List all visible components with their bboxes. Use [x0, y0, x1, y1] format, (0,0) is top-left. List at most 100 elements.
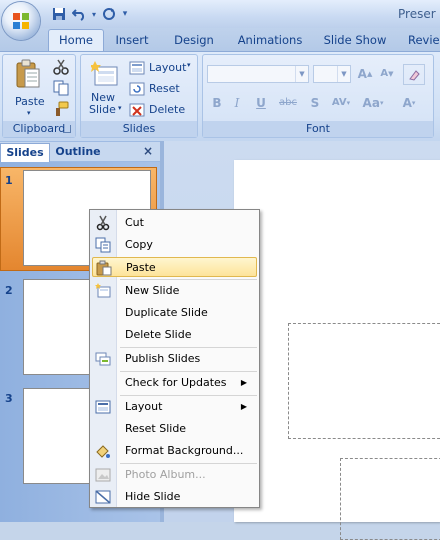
tab-slides[interactable]: Slides [0, 143, 50, 162]
font-color-button[interactable]: A ▾ [395, 93, 423, 112]
underline-button[interactable]: U [251, 93, 271, 112]
reset-icon [129, 82, 145, 96]
tab-animations[interactable]: Animations [236, 30, 304, 50]
slide-canvas[interactable] [234, 160, 440, 540]
menu-separator [120, 279, 257, 280]
clear-formatting-button[interactable] [403, 64, 425, 85]
font-name-dropdown-icon[interactable]: ▼ [295, 66, 308, 82]
tab-slide-show[interactable]: Slide Show [322, 30, 388, 50]
menu-item-photo-album: Photo Album... [92, 465, 257, 485]
window-title: Preser [398, 7, 436, 21]
new-slide-button[interactable]: New Slide ▾ [85, 57, 125, 119]
menu-item-label: Check for Updates [125, 376, 227, 389]
office-logo-icon [13, 13, 29, 29]
font-group-label: Font [203, 121, 433, 137]
tab-insert[interactable]: Insert [112, 30, 152, 50]
slide-number-1: 1 [5, 174, 13, 187]
slides-group: New Slide ▾ Layout ▾ Reset Delete Slides [80, 54, 198, 138]
grow-font-button[interactable]: A ▲ [355, 64, 375, 83]
publish-icon [95, 352, 111, 366]
save-icon[interactable] [50, 5, 68, 23]
shrink-font-label: A [380, 68, 389, 79]
tab-design[interactable]: Design [170, 30, 218, 50]
menu-item-layout[interactable]: Layout ▶ [92, 397, 257, 417]
layout-icon [95, 400, 111, 414]
menu-item-duplicate-slide[interactable]: Duplicate Slide [92, 303, 257, 323]
tab-outline[interactable]: Outline [50, 144, 106, 160]
submenu-arrow-icon: ▶ [240, 378, 247, 387]
menu-item-reset-slide[interactable]: Reset Slide [92, 419, 257, 439]
strikethrough-button[interactable]: abc [275, 93, 301, 112]
menu-item-hide-slide[interactable]: Hide Slide [92, 487, 257, 507]
menu-item-publish-slides[interactable]: Publish Slides [92, 349, 257, 369]
paste-button[interactable]: Paste ▾ [7, 57, 47, 119]
menu-separator [120, 371, 257, 372]
menu-separator [120, 395, 257, 396]
delete-button[interactable]: Delete [129, 101, 197, 119]
copy-icon [95, 237, 111, 253]
font-color-label: A [402, 95, 412, 110]
undo-dropdown-icon[interactable]: ▾ [90, 5, 98, 23]
menu-item-new-slide[interactable]: New Slide [92, 281, 257, 301]
quick-access-toolbar: ▾ ▾ [46, 4, 154, 24]
paste-icon [16, 59, 40, 88]
change-case-button[interactable]: Aa ▾ [359, 93, 387, 112]
text-shadow-button[interactable]: S [305, 93, 325, 112]
reset-button[interactable]: Reset [129, 80, 197, 98]
new-slide-dropdown-icon: ▾ [118, 104, 122, 112]
bold-button[interactable]: B [207, 93, 227, 112]
new-slide-icon [91, 61, 118, 86]
cut-icon[interactable] [53, 59, 69, 75]
clipboard-dialog-launcher-icon[interactable] [63, 125, 71, 133]
clipboard-group: Paste ▾ Clipboard [2, 54, 76, 138]
delete-slide-icon [129, 103, 145, 117]
font-size-dropdown-icon[interactable]: ▼ [337, 66, 350, 82]
undo-icon[interactable] [70, 5, 88, 23]
office-button[interactable] [2, 2, 40, 40]
close-pane-icon[interactable]: × [143, 143, 155, 159]
format-painter-icon[interactable] [53, 101, 69, 117]
context-menu: Cut Copy Paste New Slide Duplicate Slide… [89, 209, 260, 508]
shrink-font-button[interactable]: A ▼ [377, 64, 397, 83]
redo-icon[interactable] [100, 5, 118, 23]
menu-item-delete-slide[interactable]: Delete Slide [92, 325, 257, 345]
menu-item-label: Delete Slide [125, 328, 192, 341]
layout-dropdown-icon: ▾ [187, 61, 191, 69]
paste-dropdown-icon: ▾ [27, 109, 31, 117]
menu-item-format-background[interactable]: Format Background... [92, 441, 257, 461]
italic-button[interactable]: I [227, 93, 247, 112]
menu-item-copy[interactable]: Copy [92, 235, 257, 255]
menu-item-label: Publish Slides [125, 352, 201, 365]
menu-item-label: Hide Slide [125, 490, 181, 503]
menu-item-cut[interactable]: Cut [92, 213, 257, 233]
title-placeholder[interactable] [288, 323, 440, 439]
hide-slide-icon [95, 490, 111, 504]
tab-home[interactable]: Home [48, 29, 104, 52]
menu-item-check-for-updates[interactable]: Check for Updates ▶ [92, 373, 257, 393]
character-spacing-button[interactable]: AV ▾ [327, 93, 355, 112]
layout-button[interactable]: Layout ▾ [129, 59, 197, 77]
menu-item-label: Reset Slide [125, 422, 187, 435]
font-group: ▼ ▼ A ▲ A ▼ B I U abc S AV ▾ Aa ▾ A ▾ Font [202, 54, 434, 138]
subtitle-placeholder[interactable] [340, 458, 440, 540]
clear-formatting-icon [409, 69, 420, 81]
tab-review[interactable]: Revie [408, 30, 440, 50]
menu-item-label: Duplicate Slide [125, 306, 208, 319]
copy-icon[interactable] [53, 80, 69, 96]
grow-font-label: A [357, 66, 367, 81]
format-background-icon [96, 445, 110, 458]
font-name-combo[interactable]: ▼ [207, 65, 309, 83]
layout-icon [129, 61, 145, 75]
menu-item-paste[interactable]: Paste [92, 257, 257, 277]
slides-group-label: Slides [81, 121, 197, 137]
slide-number-3: 3 [5, 392, 13, 405]
new-slide-label-line2: Slide [89, 103, 116, 116]
reset-label: Reset [149, 82, 180, 95]
menu-item-label: Photo Album... [125, 468, 206, 481]
menu-item-label: Cut [125, 216, 144, 229]
photo-album-icon [95, 468, 111, 482]
customize-qat-icon[interactable]: ▾ [120, 5, 130, 23]
paste-icon [96, 260, 112, 276]
font-size-combo[interactable]: ▼ [313, 65, 351, 83]
change-case-label: Aa [362, 95, 380, 110]
